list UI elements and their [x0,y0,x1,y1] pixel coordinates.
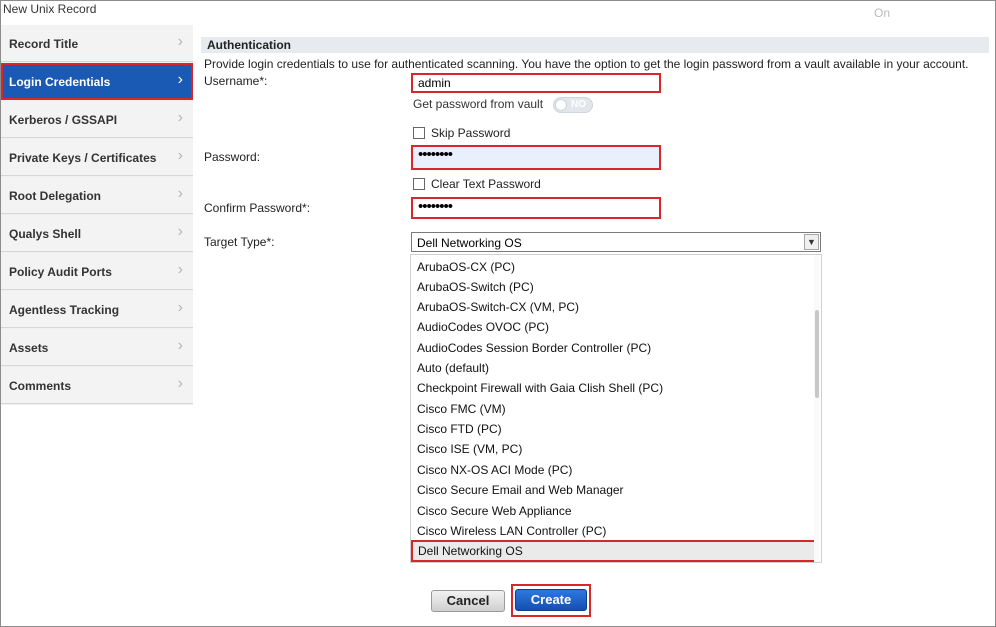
sidebar-item-agentless-tracking[interactable]: Agentless Tracking › [1,291,193,328]
dropdown-option[interactable]: ArubaOS-Switch (PC) [411,277,811,297]
sidebar-item-label: Comments [9,379,72,393]
password-value: •••••••• [418,146,453,163]
username-field[interactable]: admin [411,73,661,93]
dropdown-option[interactable]: Cisco Secure Email and Web Manager [411,480,811,500]
window-status: On [874,6,891,20]
dropdown-option[interactable]: ArubaOS-CX (PC) [411,257,811,277]
chevron-down-icon[interactable]: ▼ [804,234,819,250]
dropdown-option[interactable]: Auto (default) [411,358,811,378]
sidebar-item-label: Private Keys / Certificates [9,151,157,165]
sidebar-item-label: Login Credentials [9,75,111,89]
dropdown-option[interactable]: Checkpoint Firewall with Gaia Clish Shel… [411,378,811,398]
sidebar-item-label: Agentless Tracking [9,303,120,317]
section-title: Authentication [207,38,291,52]
chevron-right-icon: › [177,375,183,392]
sidebar-item-label: Root Delegation [9,189,101,203]
dropdown-option[interactable]: Cisco FTD (PC) [411,419,811,439]
sidebar-item-label: Qualys Shell [9,227,82,241]
auth-description: Provide login credentials to use for aut… [204,57,969,71]
dropdown-option-selected[interactable]: Dell Networking OS [411,540,819,562]
scrollbar-thumb[interactable] [815,310,819,398]
vault-toggle[interactable]: NO [553,97,593,113]
chevron-right-icon: › [177,71,183,88]
vault-toggle-text: NO [571,99,586,110]
sidebar-item-record-title[interactable]: Record Title › [1,25,193,62]
target-type-dropdown[interactable]: ArubaOS-CX (PC) ArubaOS-Switch (PC) Arub… [410,254,822,563]
chevron-right-icon: › [177,299,183,316]
confirm-password-value: •••••••• [418,198,453,215]
skip-password-checkbox[interactable] [413,127,425,139]
chevron-right-icon: › [177,109,183,126]
sidebar: Record Title › Login Credentials › Kerbe… [1,25,193,405]
chevron-right-icon: › [177,185,183,202]
window-title: New Unix Record [3,2,97,16]
sidebar-item-assets[interactable]: Assets › [1,329,193,366]
confirm-password-label: Confirm Password*: [204,201,311,215]
dropdown-option[interactable]: Cisco NX-OS ACI Mode (PC) [411,460,811,480]
password-field[interactable]: •••••••• [411,145,661,170]
chevron-right-icon: › [177,261,183,278]
sidebar-item-private-keys[interactable]: Private Keys / Certificates › [1,139,193,176]
record-dialog: New Unix Record On Record Title › Login … [0,0,996,627]
password-label: Password: [204,150,261,164]
skip-password-label: Skip Password [431,126,511,140]
chevron-right-icon: › [177,33,183,50]
dropdown-option[interactable]: Cisco FMC (VM) [411,399,811,419]
section-header: Authentication [201,37,989,53]
dropdown-scrollbar[interactable] [814,255,820,562]
confirm-password-field[interactable]: •••••••• [411,197,661,219]
sidebar-item-comments[interactable]: Comments › [1,367,193,404]
clear-text-checkbox[interactable] [413,178,425,190]
cancel-button[interactable]: Cancel [431,590,505,612]
dropdown-option[interactable]: AudioCodes OVOC (PC) [411,317,811,337]
target-type-select[interactable]: Dell Networking OS ▼ [411,232,821,252]
clear-text-label: Clear Text Password [431,177,541,191]
sidebar-item-root-delegation[interactable]: Root Delegation › [1,177,193,214]
dropdown-option[interactable]: Cisco Secure Web Appliance [411,501,811,521]
sidebar-item-qualys-shell[interactable]: Qualys Shell › [1,215,193,252]
sidebar-item-kerberos[interactable]: Kerberos / GSSAPI › [1,101,193,138]
username-label: Username*: [204,74,268,88]
sidebar-item-label: Record Title [9,37,79,51]
dropdown-option[interactable]: AudioCodes Session Border Controller (PC… [411,338,811,358]
create-button[interactable]: Create [515,589,587,611]
sidebar-item-policy-audit-ports[interactable]: Policy Audit Ports › [1,253,193,290]
sidebar-item-label: Kerberos / GSSAPI [9,113,118,127]
sidebar-item-login-credentials[interactable]: Login Credentials › [1,63,193,100]
dropdown-option[interactable]: Cisco ISE (VM, PC) [411,439,811,459]
sidebar-item-label: Policy Audit Ports [9,265,112,279]
chevron-right-icon: › [177,223,183,240]
dropdown-option[interactable]: ArubaOS-Switch-CX (VM, PC) [411,297,811,317]
chevron-right-icon: › [177,337,183,354]
target-type-value: Dell Networking OS [417,236,522,250]
target-type-label: Target Type*: [204,235,275,249]
vault-label: Get password from vault [413,97,544,111]
skip-password-row[interactable]: Skip Password [413,126,510,140]
sidebar-item-label: Assets [9,341,49,355]
toggle-knob [555,99,567,111]
dropdown-option[interactable]: Cisco Wireless LAN Controller (PC) [411,521,811,541]
clear-text-row[interactable]: Clear Text Password [413,177,541,191]
chevron-right-icon: › [177,147,183,164]
